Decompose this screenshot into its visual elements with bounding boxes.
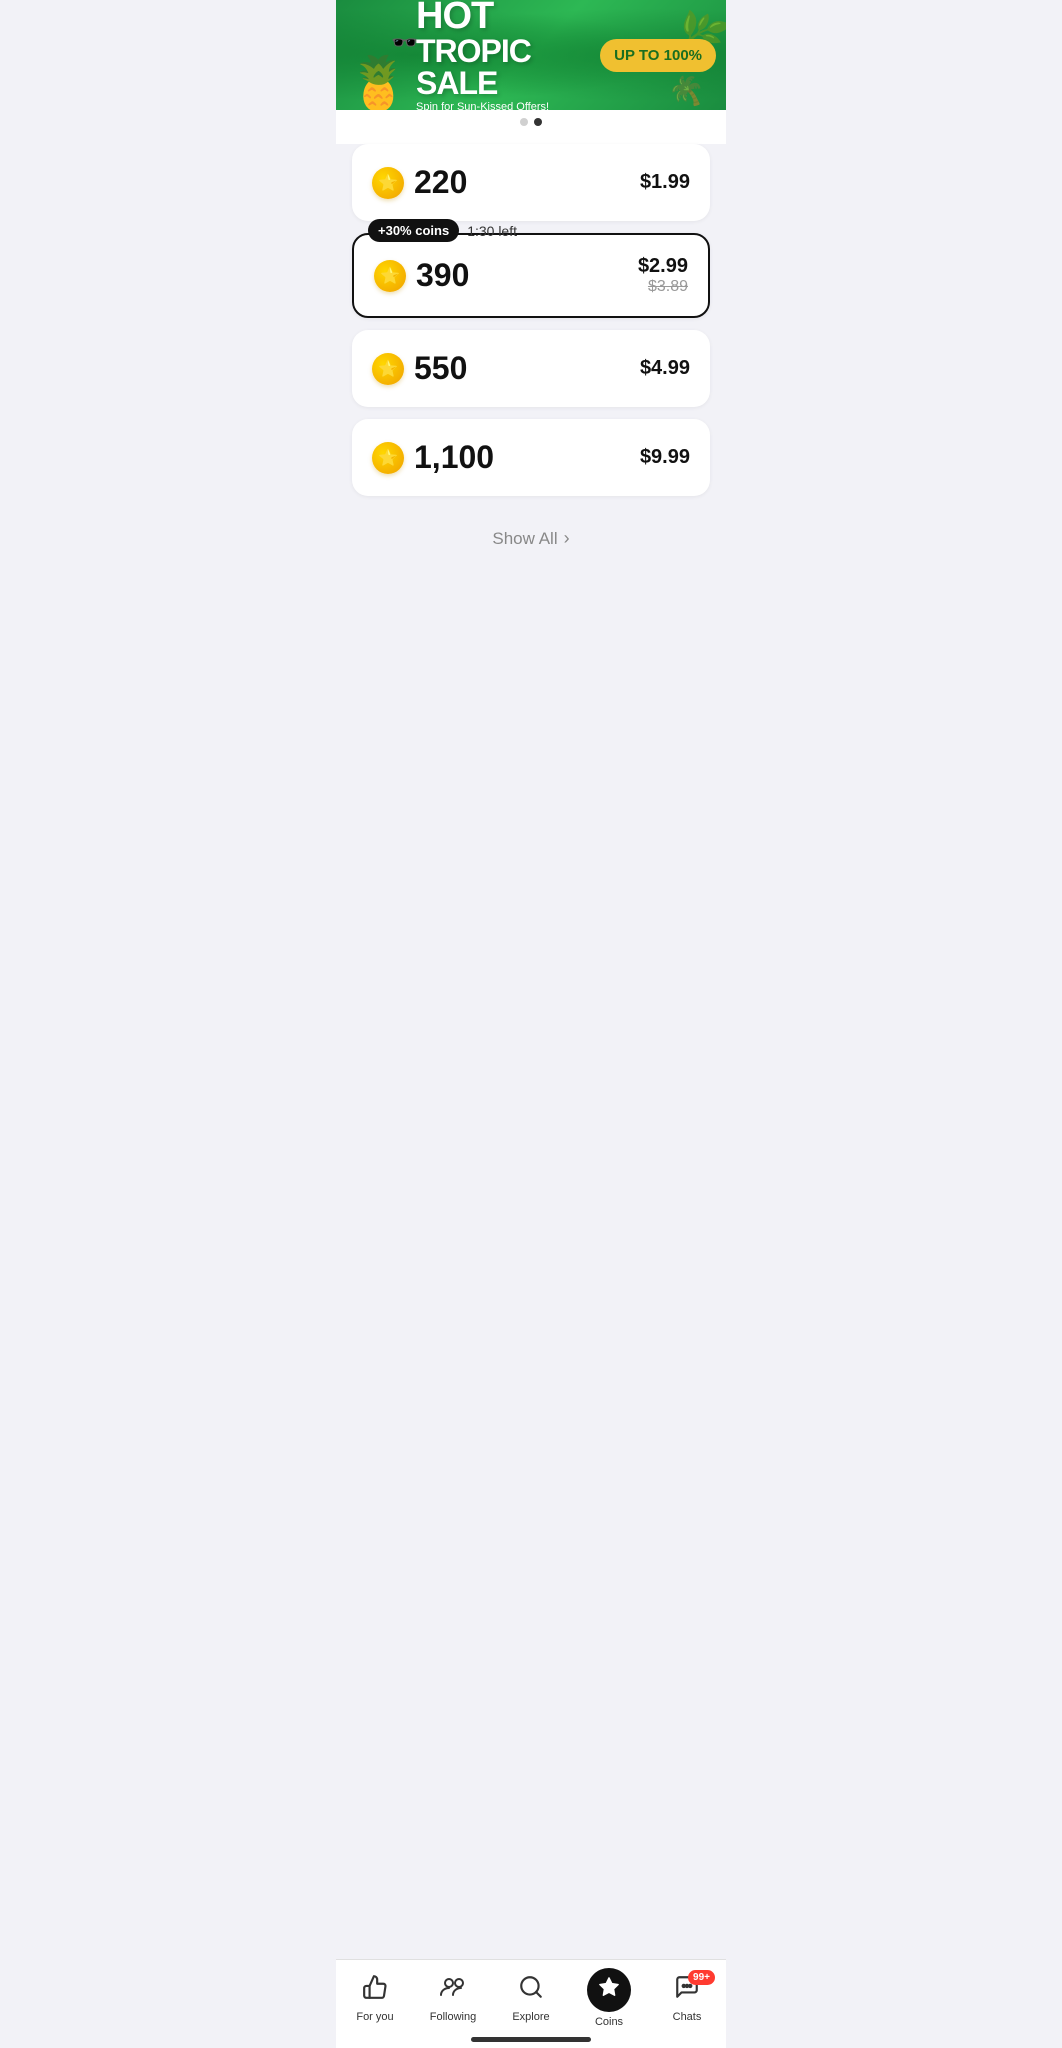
coin-icon-550: ⭐ [372,353,404,385]
coin-price-area-220: $1.99 [640,171,690,194]
promo-label-390: +30% coins 1:30 left [368,219,529,242]
coin-price-550: $4.99 [640,357,690,380]
thumbs-up-icon [362,1974,388,2007]
banner-container: 🌿 🌴 🍍 🕶️ HOT TROPIC SALE Spin for Sun-Ki… [336,0,726,144]
banner-dot-1[interactable] [520,118,528,126]
nav-label-explore: Explore [512,2011,549,2023]
home-indicator [471,2037,591,2042]
nav-item-for-you[interactable]: For you [345,1974,405,2023]
show-all-button[interactable]: Show All › [352,508,710,559]
promo-wrapper-390: +30% coins 1:30 left ⭐ 390 $2.99 $3.89 [352,233,710,318]
nav-item-explore[interactable]: Explore [501,1974,561,2023]
show-all-label: Show All [492,529,557,549]
sunglasses-icon: 🕶️ [391,30,418,56]
coin-card-left-220: ⭐ 220 [372,164,467,201]
banner-text: HOT TROPIC SALE Spin for Sun-Kissed Offe… [416,0,600,110]
promo-badge-390: +30% coins [368,219,459,242]
promo-timer-390: 1:30 left [467,223,517,239]
banner-title-line2: TROPIC SALE [416,35,600,99]
coin-icon-390: ⭐ [374,260,406,292]
banner-subtitle: Spin for Sun-Kissed Offers! [416,101,600,110]
coin-price-area-1100: $9.99 [640,446,690,469]
coin-amount-1100: 1,100 [414,439,494,476]
coin-price-220: $1.99 [640,171,690,194]
banner-badge-text: UP TO 100% [614,47,702,64]
search-icon [518,1974,544,2007]
coin-card-left-1100: ⭐ 1,100 [372,439,494,476]
nav-label-for-you: For you [356,2011,393,2023]
coin-icon-1100: ⭐ [372,442,404,474]
coin-amount-550: 550 [414,350,467,387]
coin-card-left-390: ⭐ 390 [374,257,469,294]
coin-card-1100[interactable]: ⭐ 1,100 $9.99 [352,419,710,496]
nav-item-chats[interactable]: 99+ Chats [657,1974,717,2023]
banner-dot-2[interactable] [534,118,542,126]
nav-label-following: Following [430,2011,476,2023]
chevron-right-icon: › [564,528,570,549]
coin-price-390: $2.99 [638,255,688,278]
star-icon [598,1976,620,2004]
coin-icon-220: ⭐ [372,167,404,199]
banner-badge[interactable]: UP TO 100% [600,39,716,72]
coin-amount-220: 220 [414,164,467,201]
bottom-nav: For you Following Explore [336,1959,726,2048]
coin-amount-390: 390 [416,257,469,294]
coin-price-original-390: $3.89 [638,278,688,296]
coins-icon-active-bg [587,1968,631,2012]
coin-price-area-390: $2.99 $3.89 [638,255,688,296]
nav-label-coins: Coins [595,2016,623,2028]
coin-card-left-550: ⭐ 550 [372,350,467,387]
coin-price-area-550: $4.99 [640,357,690,380]
pineapple-icon: 🍍 [346,58,411,110]
banner-dots [336,110,726,134]
coin-card-220[interactable]: ⭐ 220 $1.99 [352,144,710,221]
following-icon [439,1974,467,2007]
main-content: ⭐ 220 $1.99 +30% coins 1:30 left ⭐ 390 $… [336,144,726,659]
coin-price-1100: $9.99 [640,446,690,469]
nav-item-coins[interactable]: Coins [579,1968,639,2028]
coin-card-390[interactable]: ⭐ 390 $2.99 $3.89 [352,233,710,318]
nav-label-chats: Chats [673,2011,702,2023]
chats-badge: 99+ [688,1970,715,1985]
nav-item-following[interactable]: Following [423,1974,483,2023]
banner[interactable]: 🌿 🌴 🍍 🕶️ HOT TROPIC SALE Spin for Sun-Ki… [336,0,726,110]
coin-card-550[interactable]: ⭐ 550 $4.99 [352,330,710,407]
banner-title-line1: HOT [416,0,600,35]
